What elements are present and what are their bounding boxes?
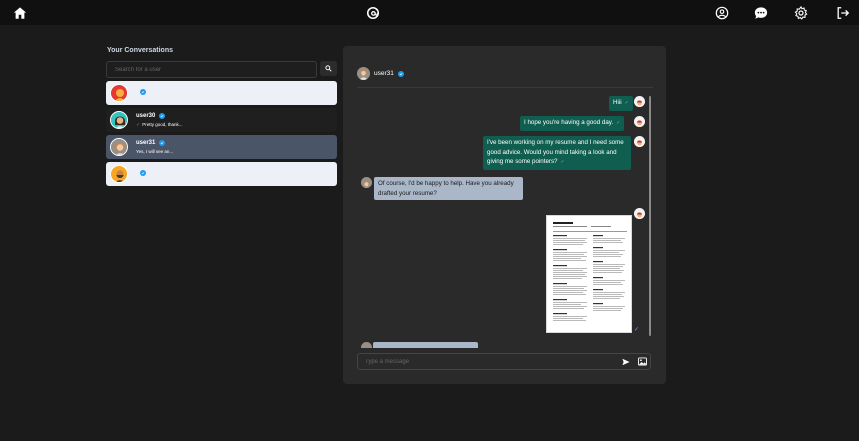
message-bubble-sent: Hiii ✓ xyxy=(609,96,633,111)
chat-header-username: user31 xyxy=(374,70,394,77)
image-icon xyxy=(638,357,647,366)
avatar xyxy=(361,177,372,188)
seen-check-icon: ✓ xyxy=(136,121,141,128)
resume-image[interactable] xyxy=(546,215,632,333)
conversation-item[interactable] xyxy=(106,162,337,186)
search-input[interactable] xyxy=(106,61,317,78)
chat-panel: user31 Hiii ✓ I hope you're having a good… xyxy=(343,46,666,384)
conversation-last-message: Pretty good, thank... xyxy=(142,122,183,127)
conversation-last-message: Yes, I will see an... xyxy=(136,149,174,154)
user-circle-icon[interactable] xyxy=(713,4,730,21)
avatar xyxy=(110,111,128,129)
message-bubble-sent: I've been working on my resume and I nee… xyxy=(483,136,631,170)
home-icon[interactable] xyxy=(11,4,28,21)
top-navbar xyxy=(0,0,859,25)
message-bubble-sent: I hope you're having a good day. ✓ xyxy=(520,116,625,131)
seen-check-icon: ✓ xyxy=(634,327,640,333)
avatar xyxy=(634,116,645,127)
avatar xyxy=(110,138,128,156)
chat-header: user31 xyxy=(357,67,404,80)
chat-bubble-icon[interactable] xyxy=(752,4,769,21)
send-icon xyxy=(621,358,630,366)
verified-badge-icon xyxy=(159,112,166,119)
avatar xyxy=(361,342,372,348)
verified-badge-icon xyxy=(140,88,146,95)
conversation-username: user30 xyxy=(136,112,156,119)
attach-image-button[interactable] xyxy=(638,357,647,366)
send-button[interactable] xyxy=(621,358,630,366)
search-icon xyxy=(325,65,332,72)
conversation-item-active[interactable]: user31 Yes, I will see an... xyxy=(106,135,337,159)
avatar xyxy=(634,208,645,219)
search-button[interactable] xyxy=(320,61,337,76)
seen-check-icon: ✓ xyxy=(560,159,565,165)
conversation-username: user31 xyxy=(136,140,156,146)
avatar xyxy=(634,136,645,147)
gear-icon[interactable] xyxy=(792,4,809,21)
verified-badge-icon xyxy=(140,169,146,176)
divider xyxy=(357,87,653,88)
scrollbar[interactable] xyxy=(649,96,651,336)
avatar xyxy=(110,165,128,183)
verified-badge-icon xyxy=(397,70,404,77)
verified-badge-icon xyxy=(159,140,166,146)
seen-check-icon: ✓ xyxy=(616,120,621,126)
avatar xyxy=(110,84,128,102)
message-input[interactable] xyxy=(357,353,651,370)
seen-check-icon: ✓ xyxy=(624,100,629,106)
logout-icon[interactable] xyxy=(834,4,851,21)
avatar xyxy=(357,67,370,80)
message-bubble-received-partial xyxy=(373,342,478,348)
conversation-item[interactable]: user30 ✓ Pretty good, thank... xyxy=(106,108,337,132)
threads-logo-icon[interactable] xyxy=(364,4,381,21)
conversation-item[interactable] xyxy=(106,81,337,105)
avatar xyxy=(634,96,645,107)
message-bubble-received: Of course, I'd be happy to help. Have yo… xyxy=(374,177,523,200)
conversations-title: Your Conversations xyxy=(107,47,173,54)
